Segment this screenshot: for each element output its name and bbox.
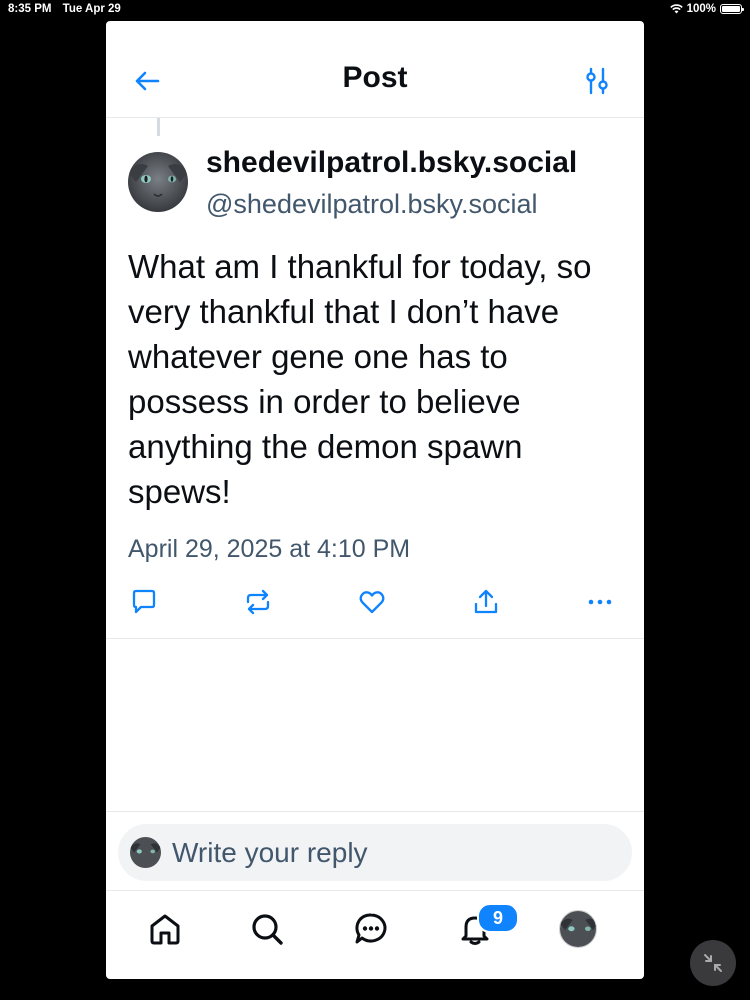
page-title: Post [342,61,408,94]
bottom-tab-bar: 9 [106,891,644,979]
post-actions [106,582,644,622]
status-date: Tue Apr 29 [62,3,121,15]
chat-icon [355,913,387,944]
author-display-name[interactable]: shedevilpatrol.bsky.social [206,146,577,180]
wifi-icon [669,4,683,14]
collapse-window-button[interactable] [690,940,736,986]
post-date: April 29, 2025 at 4:10 PM [128,535,411,563]
battery-percent: 100% [686,3,716,15]
reply-input[interactable]: Write your reply [118,824,632,881]
author-handle[interactable]: @shedevilpatrol.bsky.social [206,189,538,220]
battery-icon [720,4,744,14]
like-icon [359,591,385,614]
share-icon [474,589,498,614]
post-screen: Post shedevilpatrol.bsky.social @shedevi… [106,21,644,979]
divider [106,638,644,639]
reply-icon [132,589,156,614]
tab-notifications[interactable]: 9 [455,903,519,949]
collapse-icon [704,954,722,972]
tab-chat[interactable] [351,909,391,949]
repost-button[interactable] [242,586,274,618]
thread-settings-button[interactable] [582,66,612,96]
notification-badge: 9 [477,903,519,933]
home-icon [150,914,180,945]
author-avatar[interactable] [128,152,188,212]
like-button[interactable] [356,586,388,618]
thread-line [157,118,160,136]
reply-avatar [130,837,161,868]
status-time: 8:35 PM [8,3,52,15]
search-icon [252,914,283,945]
tab-profile[interactable] [558,909,598,949]
divider [106,811,644,812]
reply-button[interactable] [128,586,160,618]
more-icon [588,599,612,605]
share-button[interactable] [470,586,502,618]
profile-avatar [559,910,597,948]
tab-search[interactable] [247,909,287,949]
tab-home[interactable] [145,909,185,949]
sliders-icon [586,67,608,95]
header: Post [106,21,644,118]
more-options-button[interactable] [584,586,616,618]
repost-icon [246,589,270,615]
reply-placeholder: Write your reply [172,837,368,868]
status-bar: 8:35 PM Tue Apr 29 100% [0,0,750,20]
post-text: What am I thankful for today, so very th… [128,248,592,510]
